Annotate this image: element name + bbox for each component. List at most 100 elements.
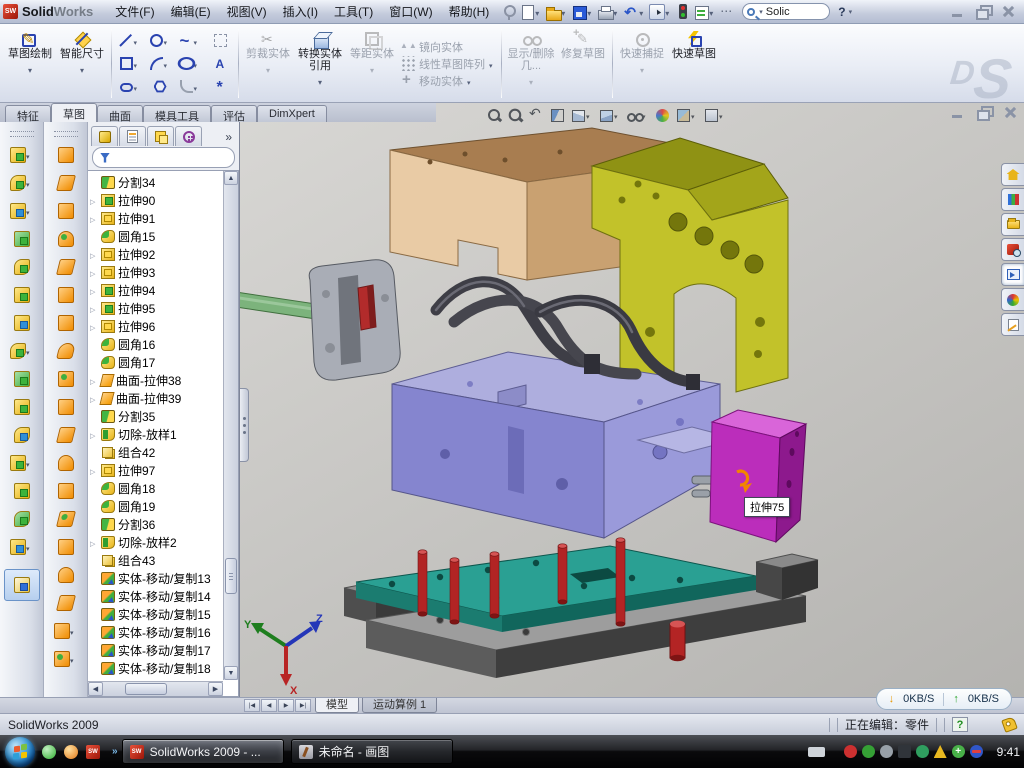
document-window-button[interactable]: [1001, 105, 1018, 120]
feature-tool-button[interactable]: [4, 569, 40, 601]
sketch-tool-button[interactable]: [115, 75, 145, 98]
feature-tree-item[interactable]: 拉伸94: [90, 281, 222, 299]
ribbon-button[interactable]: 快速草图: [668, 27, 720, 100]
feature-tree-item[interactable]: 圆角17: [90, 353, 222, 371]
taskpane-tab[interactable]: [1001, 188, 1024, 211]
feature-tree-item[interactable]: 拉伸93: [90, 263, 222, 281]
model-red-cylinder[interactable]: [670, 621, 685, 662]
tray-icon[interactable]: [844, 745, 857, 758]
surface-tool-button[interactable]: [44, 449, 87, 477]
expand-arrow-icon[interactable]: [90, 301, 98, 315]
chevron-down-icon[interactable]: ▾: [759, 8, 763, 16]
sketch-tool-button[interactable]: [205, 52, 235, 75]
tag-icon[interactable]: [1001, 716, 1018, 733]
window-control-button[interactable]: [974, 4, 991, 19]
feature-tree-item[interactable]: 组合42: [90, 443, 222, 461]
tab-nav-button[interactable]: ◀: [261, 699, 277, 712]
menu-item[interactable]: 编辑(E): [163, 0, 219, 23]
surface-tool-button[interactable]: [44, 421, 87, 449]
toolbar-button[interactable]: [597, 2, 621, 22]
feature-tree-item[interactable]: 拉伸91: [90, 209, 222, 227]
ribbon-button[interactable]: 智能尺寸: [56, 27, 108, 100]
surface-tool-button[interactable]: [44, 393, 87, 421]
feature-tree-item[interactable]: 圆角19: [90, 497, 222, 515]
scroll-up-icon[interactable]: [224, 171, 238, 185]
feature-tree-item[interactable]: 实体-移动/复制15: [90, 605, 222, 623]
toolbar-button[interactable]: [545, 2, 569, 22]
hud-tool-button[interactable]: [508, 108, 523, 123]
feature-tree-item[interactable]: 组合43: [90, 551, 222, 569]
tree-manager-tab[interactable]: [175, 126, 202, 146]
feature-tool-button[interactable]: [0, 449, 43, 477]
hud-tool-button[interactable]: [529, 108, 544, 123]
tray-icon[interactable]: [970, 745, 983, 758]
feature-tree-item[interactable]: 曲面-拉伸39: [90, 389, 222, 407]
expand-arrow-icon[interactable]: [90, 391, 98, 405]
tree-vertical-scrollbar[interactable]: [223, 171, 238, 680]
ribbon-stack-item[interactable]: 镜向实体: [400, 38, 496, 55]
tray-icon[interactable]: [952, 745, 965, 758]
scrollbar-thumb[interactable]: [125, 683, 167, 695]
sketch-tool-button[interactable]: [175, 29, 205, 52]
sketch-tool-button[interactable]: [175, 75, 205, 98]
feature-tool-button[interactable]: [0, 533, 43, 561]
feature-tree-item[interactable]: 分割35: [90, 407, 222, 425]
tray-icon[interactable]: [934, 745, 947, 758]
surface-tool-button[interactable]: [44, 169, 87, 197]
taskpane-tab[interactable]: [1001, 313, 1024, 336]
feature-tool-button[interactable]: [0, 169, 43, 197]
menu-item[interactable]: 视图(V): [219, 0, 275, 23]
document-window-button[interactable]: [949, 105, 966, 120]
feature-tree-item[interactable]: 实体-移动/复制18: [90, 659, 222, 677]
surface-tool-button[interactable]: [44, 365, 87, 393]
sketch-tool-button[interactable]: [175, 52, 205, 75]
feature-tool-button[interactable]: [0, 281, 43, 309]
surface-tool-button[interactable]: [44, 477, 87, 505]
expand-arrow-icon[interactable]: [90, 265, 98, 279]
ribbon-button[interactable]: 修复草图: [557, 27, 609, 100]
toolbar-button[interactable]: [501, 2, 517, 22]
ribbon-button[interactable]: 草图绘制: [4, 27, 56, 100]
surface-tool-button[interactable]: [44, 281, 87, 309]
quick-tips-icon[interactable]: ?: [952, 717, 968, 732]
surface-tool-button[interactable]: [44, 505, 87, 533]
scroll-down-icon[interactable]: [224, 666, 238, 680]
chevron-down-icon[interactable]: ▾: [849, 8, 853, 16]
commandmanager-tab[interactable]: DimXpert: [257, 105, 327, 122]
feature-tool-button[interactable]: [0, 197, 43, 225]
chevron-more-icon[interactable]: »: [225, 130, 236, 146]
quick-launch-icon[interactable]: [86, 745, 100, 759]
surface-tool-button[interactable]: [44, 561, 87, 589]
commandmanager-tab[interactable]: 草图: [51, 103, 97, 122]
sketch-tool-button[interactable]: [115, 52, 145, 75]
feature-tool-button[interactable]: [0, 225, 43, 253]
graphics-viewport[interactable]: Y Z X: [240, 103, 1024, 697]
toolbar-button[interactable]: [519, 2, 543, 22]
feature-tree-item[interactable]: 实体-移动/复制13: [90, 569, 222, 587]
ribbon-stack-item[interactable]: 线性草图阵列: [400, 55, 496, 72]
feature-tree-item[interactable]: 圆角18: [90, 479, 222, 497]
toolbar-button[interactable]: [719, 2, 735, 22]
feature-tree-item[interactable]: 实体-移动/复制16: [90, 623, 222, 641]
surface-tool-button[interactable]: [44, 533, 87, 561]
feature-tool-button[interactable]: [0, 141, 43, 169]
surface-tool-button[interactable]: [44, 645, 87, 673]
expand-arrow-icon[interactable]: [90, 535, 98, 549]
feature-tool-button[interactable]: [0, 309, 43, 337]
help-button[interactable]: ?: [838, 5, 845, 19]
feature-tree-item[interactable]: 拉伸97: [90, 461, 222, 479]
feature-tool-button[interactable]: [0, 477, 43, 505]
feature-tool-button[interactable]: [0, 505, 43, 533]
study-tab[interactable]: 运动算例 1: [362, 698, 437, 713]
surface-tool-button[interactable]: [44, 225, 87, 253]
ribbon-button[interactable]: 转换实体引用: [294, 27, 346, 100]
scroll-right-icon[interactable]: [208, 682, 223, 696]
toolbar-button[interactable]: [649, 2, 673, 22]
feature-tree-item[interactable]: 拉伸90: [90, 191, 222, 209]
feature-tool-button[interactable]: [0, 421, 43, 449]
hud-tool-button[interactable]: [571, 106, 593, 124]
expand-arrow-icon[interactable]: [90, 427, 98, 441]
taskpane-tab[interactable]: [1001, 238, 1024, 261]
sketch-tool-button[interactable]: [145, 29, 175, 52]
window-control-button[interactable]: [949, 4, 966, 19]
